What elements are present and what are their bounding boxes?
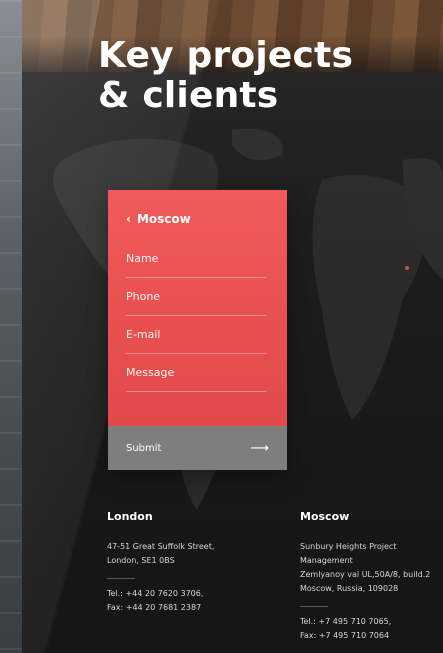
title-line-2: & clients xyxy=(98,75,279,116)
submit-button[interactable]: Submit ⟶ xyxy=(108,426,287,470)
email-field-wrapper xyxy=(126,316,266,354)
name-field-wrapper xyxy=(126,240,266,278)
submit-label: Submit xyxy=(126,442,162,454)
address-line: 47-51 Great Suffolk Street, xyxy=(107,542,215,551)
email-field[interactable] xyxy=(126,316,266,353)
office-building-image xyxy=(0,0,22,653)
page: Key projects & clients ‹ Moscow Submit xyxy=(0,0,443,653)
contact-form-card: ‹ Moscow Submit ⟶ xyxy=(108,190,287,470)
address-line: Sunbury Heights Project xyxy=(300,542,397,551)
office-london: London 47-51 Great Suffolk Street, Londo… xyxy=(107,510,214,615)
tel-line: Tel.: +7 495 710 7065, xyxy=(300,617,392,626)
address-line: London, SE1 0BS xyxy=(107,556,175,565)
office-address: Sunbury Heights Project Management Zemly… xyxy=(300,540,430,596)
phone-field-wrapper xyxy=(126,278,266,316)
divider xyxy=(300,606,328,607)
contact-form: ‹ Moscow xyxy=(108,190,287,426)
address-line: Zemlyanoy val UL,50A/8, build.2 xyxy=(300,570,431,579)
chevron-left-icon: ‹ xyxy=(126,212,131,226)
office-title: Moscow xyxy=(300,510,350,523)
office-phones: Tel.: +7 495 710 7065, Fax: +7 495 710 7… xyxy=(300,615,430,643)
fax-line: Fax: +44 20 7681 2387 xyxy=(107,603,202,612)
phone-field[interactable] xyxy=(126,278,266,315)
name-field[interactable] xyxy=(126,240,266,277)
fax-line: Fax: +7 495 710 7064 xyxy=(300,631,390,640)
map-greenland xyxy=(232,128,283,161)
message-field[interactable] xyxy=(126,354,266,391)
city-name: Moscow xyxy=(136,212,191,226)
city-back-link[interactable]: ‹ Moscow xyxy=(126,212,191,226)
tel-line: Tel.: +44 20 7620 3706, xyxy=(107,589,204,598)
address-line: Management xyxy=(300,556,353,565)
location-marker xyxy=(405,266,409,270)
office-phones: Tel.: +44 20 7620 3706, Fax: +44 20 7681… xyxy=(107,587,214,615)
divider xyxy=(107,578,135,579)
office-title: London xyxy=(107,510,153,523)
office-moscow: Moscow Sunbury Heights Project Managemen… xyxy=(300,510,430,643)
page-title: Key projects & clients xyxy=(98,36,353,116)
address-line: Moscow, Russia, 109028 xyxy=(300,584,399,593)
message-field-wrapper xyxy=(126,354,266,392)
title-line-1: Key projects xyxy=(98,35,354,76)
arrow-right-icon: ⟶ xyxy=(250,440,269,456)
office-address: 47-51 Great Suffolk Street, London, SE1 … xyxy=(107,540,214,568)
